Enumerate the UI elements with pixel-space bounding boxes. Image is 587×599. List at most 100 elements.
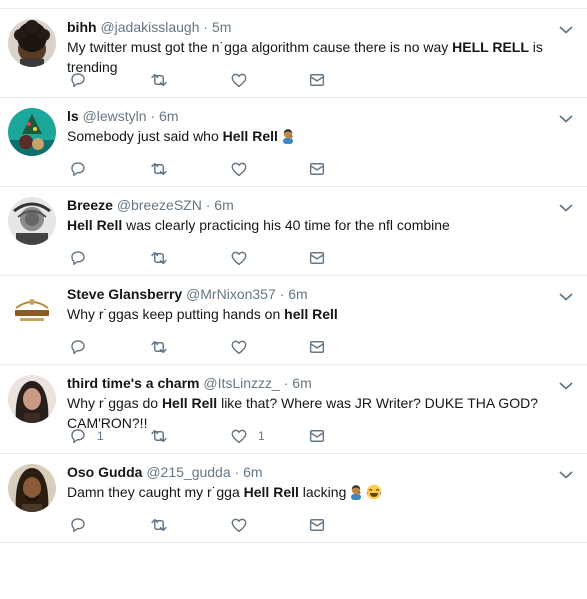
user-handle[interactable]: @jadakisslaugh — [100, 19, 199, 35]
retweet-icon — [149, 516, 169, 534]
avatar[interactable] — [8, 286, 56, 334]
chevron-down-icon[interactable] — [559, 22, 573, 34]
tweet-text-segment: Why r˙ggas keep putting hands on — [67, 306, 285, 322]
facepalm-emoji-icon — [346, 484, 364, 500]
chevron-down-icon[interactable] — [559, 200, 573, 212]
tweet[interactable]: third time's a charm @ItsLinzzz_ · 6m Why… — [0, 365, 587, 454]
avatar[interactable] — [8, 464, 56, 512]
tweet-text: Damn they caught my r˙ɡga Hell Rell lack… — [67, 482, 547, 502]
envelope-icon — [308, 71, 326, 89]
like-button[interactable] — [230, 247, 248, 269]
tweet[interactable]: ls @lewstyln · 6m Somebody just said who … — [0, 98, 587, 187]
user-handle[interactable]: @ItsLinzzz_ — [203, 375, 279, 391]
user-name[interactable]: bihh — [67, 19, 97, 35]
retweet-button[interactable] — [149, 247, 169, 269]
tweet-actions — [69, 247, 349, 269]
reply-button[interactable] — [69, 158, 87, 180]
retweet-icon — [149, 71, 169, 89]
avatar[interactable] — [8, 375, 56, 423]
tweet-text-bold: HELL RELL — [452, 39, 529, 55]
tweet-timestamp[interactable]: 6m — [214, 197, 233, 213]
retweet-button[interactable] — [149, 336, 169, 358]
chevron-down-icon[interactable] — [559, 289, 573, 301]
tweet-content: Oso Gudda @215_gudda · 6m Damn they caugh… — [67, 463, 547, 502]
direct-message-button[interactable] — [308, 336, 326, 358]
chevron-down-icon[interactable] — [559, 111, 573, 123]
reply-icon — [69, 516, 87, 534]
user-name[interactable]: Steve Glansberry — [67, 286, 182, 302]
user-handle[interactable]: @breezeSZN — [117, 197, 202, 213]
reply-icon — [69, 427, 87, 445]
direct-message-button[interactable] — [308, 247, 326, 269]
tweet-timestamp[interactable]: 5m — [212, 19, 231, 35]
tweet-timestamp[interactable]: 6m — [159, 108, 178, 124]
heart-icon — [230, 516, 248, 534]
heart-icon — [230, 249, 248, 267]
tweet-actions — [69, 336, 349, 358]
like-button[interactable] — [230, 158, 248, 180]
tweet-actions — [69, 158, 349, 180]
retweet-button[interactable] — [149, 514, 169, 536]
user-handle[interactable]: @215_gudda — [146, 464, 230, 480]
tweet[interactable]: bihh @jadakisslaugh · 5m My twitter must … — [0, 9, 587, 98]
like-button[interactable] — [230, 336, 248, 358]
tweet-header: Breeze @breezeSZN · 6m — [67, 196, 547, 214]
retweet-button[interactable] — [149, 158, 169, 180]
tweet-text-segment: lacking — [298, 484, 347, 500]
user-name[interactable]: third time's a charm — [67, 375, 199, 391]
tweet[interactable]: Breeze @breezeSZN · 6m Hell Rell was clea… — [0, 187, 587, 276]
avatar[interactable] — [8, 19, 56, 67]
reply-button[interactable] — [69, 247, 87, 269]
like-button[interactable] — [230, 69, 248, 91]
envelope-icon — [308, 427, 326, 445]
tweet-header: third time's a charm @ItsLinzzz_ · 6m — [67, 374, 547, 392]
like-button[interactable]: 1 — [230, 425, 265, 447]
tweet-header: bihh @jadakisslaugh · 5m — [67, 18, 547, 36]
tweet-timestamp[interactable]: 6m — [288, 286, 307, 302]
direct-message-button[interactable] — [308, 514, 326, 536]
tweet[interactable]: Steve Glansberry @MrNixon357 · 6m Why r˙g… — [0, 276, 587, 365]
envelope-icon — [308, 516, 326, 534]
retweet-button[interactable] — [149, 425, 169, 447]
retweet-button[interactable] — [149, 69, 169, 91]
reply-button[interactable] — [69, 69, 87, 91]
tweet-timestamp[interactable]: 6m — [243, 464, 262, 480]
avatar[interactable] — [8, 108, 56, 156]
retweet-icon — [149, 338, 169, 356]
heart-icon — [230, 160, 248, 178]
retweet-icon — [149, 249, 169, 267]
reply-button[interactable] — [69, 514, 87, 536]
reply-icon — [69, 338, 87, 356]
chevron-down-icon[interactable] — [559, 467, 573, 479]
facepalm-emoji-icon — [278, 128, 296, 144]
direct-message-button[interactable] — [308, 158, 326, 180]
tweet[interactable]: Oso Gudda @215_gudda · 6m Damn they caugh… — [0, 454, 587, 543]
tweet-text-segment: My twitter must got the n˙ɡga algorithm … — [67, 39, 453, 55]
chevron-down-icon[interactable] — [559, 378, 573, 390]
separator-dot: · — [279, 375, 293, 391]
tweet-text: Somebody just said who Hell Rell — [67, 126, 547, 146]
user-handle[interactable]: @lewstyln — [83, 108, 147, 124]
user-name[interactable]: ls — [67, 108, 79, 124]
tweet-timestamp[interactable]: 6m — [292, 375, 311, 391]
tweet-text-bold: hell Rell — [284, 306, 338, 322]
direct-message-button[interactable] — [308, 69, 326, 91]
envelope-icon — [308, 249, 326, 267]
tweet-content: Steve Glansberry @MrNixon357 · 6m Why r˙g… — [67, 285, 547, 324]
user-name[interactable]: Breeze — [67, 197, 113, 213]
envelope-icon — [308, 338, 326, 356]
tweet-text-segment: Somebody just said who — [67, 128, 223, 144]
user-handle[interactable]: @MrNixon357 — [186, 286, 276, 302]
reply-button[interactable] — [69, 336, 87, 358]
feed-top-divider — [0, 0, 587, 9]
avatar[interactable] — [8, 197, 56, 245]
separator-dot: · — [201, 197, 215, 213]
reply-button[interactable]: 1 — [69, 425, 104, 447]
heart-icon — [230, 338, 248, 356]
user-name[interactable]: Oso Gudda — [67, 464, 142, 480]
direct-message-button[interactable] — [308, 425, 326, 447]
tweet-text-segment: was clearly practicing his 40 time for t… — [122, 217, 450, 233]
tweet-content: Breeze @breezeSZN · 6m Hell Rell was clea… — [67, 196, 547, 235]
tweet-text-bold: Hell Rell — [243, 484, 299, 500]
like-button[interactable] — [230, 514, 248, 536]
